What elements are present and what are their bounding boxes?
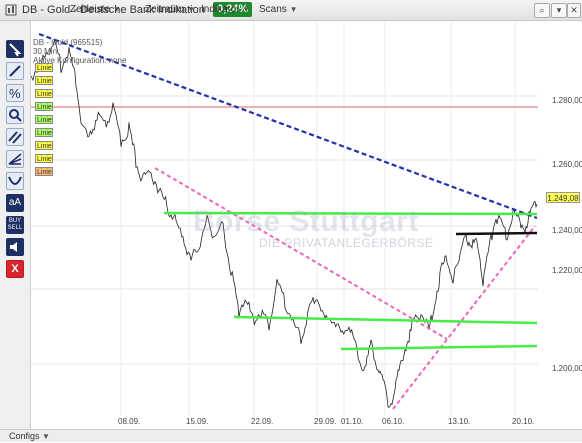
x-tick-label: 01.10.: [341, 417, 364, 426]
x-tick-label: 20.10.: [512, 417, 535, 426]
menu-scans[interactable]: Scans ▼: [259, 0, 298, 20]
delete-icon[interactable]: X: [6, 260, 24, 278]
y-tick-label: 1.200,00: [552, 364, 582, 373]
menu-zeitraum[interactable]: Zeitraum ▼: [145, 0, 195, 20]
menu-indikator[interactable]: Indikator ▼: [201, 0, 250, 20]
window-icon: [5, 0, 17, 20]
svg-text:%: %: [9, 86, 21, 101]
chart-area[interactable]: Börse Stuttgart DIE PRIVATANLEGERBÖRSE: [31, 21, 582, 429]
watermark-subtitle: DIE PRIVATANLEGERBÖRSE: [259, 236, 434, 250]
legend-line-tag[interactable]: Linie: [35, 115, 53, 124]
instrument-name: DB - Gold (965515): [33, 38, 103, 47]
y-tick-label: 1.280,00: [552, 96, 582, 105]
parallel-lines-tool-icon[interactable]: [6, 128, 24, 146]
close-icon[interactable]: ✕: [567, 3, 581, 18]
trendline-pink-upper: [154, 167, 448, 340]
status-bar: Configs ▼: [0, 429, 582, 442]
legend-line-tag[interactable]: Linie: [35, 76, 53, 85]
legend-line-tag[interactable]: Linie: [35, 128, 53, 137]
chevron-down-icon: ▼: [242, 5, 251, 14]
line-tool-icon[interactable]: [6, 62, 24, 80]
search-icon[interactable]: ⌕: [534, 3, 550, 18]
sound-icon[interactable]: [6, 238, 24, 256]
dropdown-icon[interactable]: ▾: [551, 3, 567, 18]
instrument-interval: 30 Min: [33, 47, 58, 56]
fan-tool-icon[interactable]: [6, 150, 24, 168]
x-tick-label: 06.10.: [382, 417, 405, 426]
chevron-down-icon: ▼: [112, 5, 121, 14]
legend-line-tag[interactable]: Linie: [35, 102, 53, 111]
instrument-info: DB - Gold (965515) 30 Min Aktive Konfigu…: [33, 38, 126, 65]
title-bar: DB - Gold - Deutsche Bank Indikation 0,2…: [0, 0, 582, 21]
watermark-logo: Börse Stuttgart: [193, 205, 419, 238]
y-tick-label: 1.240,00: [552, 226, 582, 235]
x-tick-label: 08.09.: [118, 417, 141, 426]
legend-line-tag[interactable]: Linie: [35, 89, 53, 98]
legend-line-tag[interactable]: Linie: [35, 167, 53, 176]
chevron-down-icon: ▼: [289, 5, 298, 14]
cursor-tool-icon[interactable]: [6, 40, 24, 58]
green-line-3: [340, 344, 538, 351]
menu-zeitleiste[interactable]: Zeitleiste ▼: [70, 0, 121, 20]
current-price-badge: 1.249,08: [546, 192, 580, 203]
text-tool-icon[interactable]: aA: [6, 194, 24, 212]
buy-sell-icon[interactable]: BUY SELL: [6, 216, 24, 234]
drawing-toolbar: % aA BUY SELL X: [0, 21, 31, 429]
percent-tool-icon[interactable]: %: [6, 84, 24, 102]
legend-line-tag[interactable]: Linie: [35, 154, 53, 163]
legend-line-tag[interactable]: Linie: [35, 141, 53, 150]
x-tick-label: 13.10.: [448, 417, 471, 426]
x-tick-label: 29.09.: [314, 417, 337, 426]
chevron-down-icon: ▼: [42, 432, 50, 441]
configs-button[interactable]: Configs ▼: [9, 430, 50, 443]
legend-line-tag[interactable]: Linie: [35, 63, 53, 72]
chevron-down-icon: ▼: [187, 5, 196, 14]
x-tick-label: 15.09.: [186, 417, 209, 426]
y-tick-label: 1.220,00: [552, 266, 582, 275]
y-tick-label: 1.260,00: [552, 160, 582, 169]
magnifier-tool-icon[interactable]: [6, 106, 24, 124]
x-tick-label: 22.09.: [251, 417, 274, 426]
black-line: [455, 231, 538, 236]
arc-tool-icon[interactable]: [6, 172, 24, 190]
